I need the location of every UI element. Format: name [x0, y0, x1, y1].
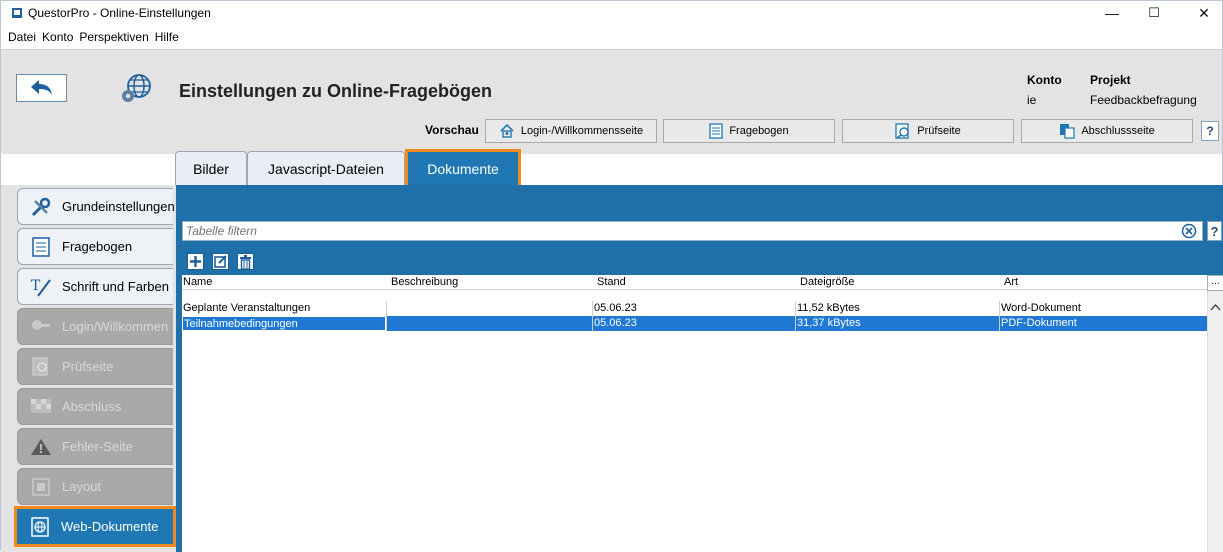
title-bar: QuestorPro - Online-Einstellungen — ☐ ✕ — [1, 1, 1222, 25]
svg-text:T: T — [31, 278, 41, 294]
sidebar-item-label: Abschluss — [62, 399, 122, 414]
preview-questionnaire-label: Fragebogen — [729, 125, 789, 137]
table-row-selected[interactable]: Teilnahmebedingungen 05.06.23 31,37 kByt… — [182, 316, 1207, 331]
table-row[interactable]: Geplante Veranstaltungen 05.06.23 11,52 … — [182, 301, 1207, 316]
table-filter-input[interactable] — [182, 221, 1203, 241]
konto-value: ie — [1027, 93, 1037, 107]
column-header-art[interactable]: Art — [1003, 275, 1018, 289]
column-header-stand[interactable]: Stand — [596, 275, 626, 289]
cell-name: Teilnahmebedingungen — [182, 316, 386, 331]
sidebar-item-label: Login/Willkommen — [62, 319, 169, 334]
questionnaire-icon — [709, 123, 723, 139]
window-title: QuestorPro - Online-Einstellungen — [28, 6, 211, 20]
preview-final-page-label: Abschlussseite — [1081, 125, 1155, 137]
column-chooser-button[interactable]: ... — [1207, 275, 1223, 291]
font-icon: T — [30, 276, 52, 298]
edit-icon — [214, 255, 227, 268]
column-header-beschreibung[interactable]: Beschreibung — [390, 275, 458, 289]
key-icon — [30, 316, 52, 338]
online-settings-globe-icon — [122, 74, 151, 102]
sidebar-item-label: Fehler-Seite — [62, 439, 133, 454]
table-header: Name Beschreibung Stand Dateigröße Art — [182, 275, 1207, 290]
sidebar-item-schrift-und-farben[interactable]: T Schrift und Farben — [17, 268, 173, 305]
preview-label: Vorschau — [425, 123, 479, 137]
preview-check-page-button[interactable]: Prüfseite — [842, 119, 1014, 143]
sidebar-item-label: Prüfseite — [62, 359, 114, 374]
back-button[interactable] — [16, 74, 67, 102]
documents-table: Name Beschreibung Stand Dateigröße Art G… — [182, 275, 1207, 552]
preview-login-label: Login-/Willkommensseite — [520, 125, 644, 137]
tab-bilder[interactable]: Bilder — [175, 151, 247, 186]
menu-item-perspektiven[interactable]: Perspektiven — [79, 28, 148, 48]
menu-bar: Datei Konto Perspektiven Hilfe — [1, 28, 179, 48]
cell-art: Word-Dokument — [999, 301, 1207, 316]
questionnaire-icon — [30, 236, 52, 258]
cell-art: PDF-Dokument — [999, 316, 1207, 331]
preview-login-button[interactable]: Login-/Willkommensseite — [485, 119, 657, 143]
delete-document-button[interactable] — [237, 253, 254, 270]
sidebar-item-login-willkommen: Login/Willkommen — [17, 308, 173, 345]
sidebar-item-grundeinstellungen[interactable]: Grundeinstellungen — [17, 188, 175, 225]
add-document-button[interactable] — [187, 253, 204, 270]
filter-help-button[interactable]: ? — [1207, 221, 1222, 241]
preview-check-page-label: Prüfseite — [917, 125, 961, 137]
clear-filter-icon[interactable] — [1181, 223, 1197, 239]
cell-name: Geplante Veranstaltungen — [183, 302, 311, 314]
flag-icon — [30, 396, 52, 418]
warning-icon — [30, 436, 52, 458]
maximize-button[interactable]: ☐ — [1131, 1, 1177, 25]
sidebar-item-label: Grundeinstellungen — [62, 199, 175, 214]
plus-icon — [190, 256, 201, 267]
tools-icon — [30, 196, 52, 218]
cell-stand: 05.06.23 — [592, 316, 795, 331]
home-icon — [500, 123, 514, 138]
sidebar-item-fehler-seite: Fehler-Seite — [17, 428, 173, 465]
trash-icon — [240, 254, 251, 269]
projekt-label: Projekt — [1090, 73, 1131, 87]
column-header-dateigroesse[interactable]: Dateigröße — [799, 275, 854, 289]
page-title: Einstellungen zu Online-Fragebögen — [179, 81, 493, 101]
application-window: QuestorPro - Online-Einstellungen — ☐ ✕ … — [0, 0, 1223, 552]
sidebar-item-label: Fragebogen — [62, 239, 133, 254]
cell-dateigroesse: 31,37 kBytes — [795, 316, 999, 331]
tab-dokumente[interactable]: Dokumente — [405, 149, 521, 189]
web-document-icon — [29, 516, 51, 538]
check-page-icon — [30, 356, 52, 378]
final-page-icon — [1060, 124, 1075, 139]
projekt-value: Feedbackbefragung — [1090, 93, 1197, 107]
column-header-name[interactable]: Name — [182, 275, 212, 289]
cell-beschreibung — [386, 316, 592, 331]
edit-document-button[interactable] — [212, 253, 229, 270]
sidebar-item-label: Schrift und Farben — [62, 279, 169, 294]
preview-help-button[interactable]: ? — [1201, 121, 1219, 141]
menu-item-hilfe[interactable]: Hilfe — [155, 28, 179, 48]
minimize-button[interactable]: — — [1089, 1, 1135, 25]
back-arrow-icon — [30, 80, 52, 95]
tab-javascript-dateien[interactable]: Javascript-Dateien — [247, 151, 405, 186]
close-button[interactable]: ✕ — [1181, 1, 1223, 25]
sidebar-item-layout: Layout — [17, 468, 173, 505]
sidebar-item-fragebogen[interactable]: Fragebogen — [17, 228, 173, 265]
cell-beschreibung — [386, 301, 592, 316]
cell-dateigroesse: 11,52 kBytes — [795, 301, 999, 316]
sidebar-item-abschluss: Abschluss — [17, 388, 173, 425]
menu-item-konto[interactable]: Konto — [42, 28, 73, 48]
scroll-up-icon[interactable] — [1210, 303, 1221, 311]
header-panel: Einstellungen zu Online-Fragebögen Konto… — [1, 49, 1222, 154]
preview-final-page-button[interactable]: Abschlussseite — [1021, 119, 1193, 143]
sidebar-item-web-dokumente[interactable]: Web-Dokumente — [14, 506, 176, 547]
konto-label: Konto — [1027, 73, 1062, 87]
cell-stand: 05.06.23 — [592, 301, 795, 316]
table-scrollbar[interactable] — [1207, 275, 1223, 552]
app-icon — [12, 8, 22, 18]
layout-icon — [30, 476, 52, 498]
preview-questionnaire-button[interactable]: Fragebogen — [663, 119, 835, 143]
sidebar-item-label: Layout — [62, 479, 102, 494]
sidebar-item-label: Web-Dokumente — [61, 519, 159, 534]
sidebar-item-pruefseite: Prüfseite — [17, 348, 173, 385]
menu-item-datei[interactable]: Datei — [8, 28, 36, 48]
check-page-icon — [895, 123, 909, 139]
